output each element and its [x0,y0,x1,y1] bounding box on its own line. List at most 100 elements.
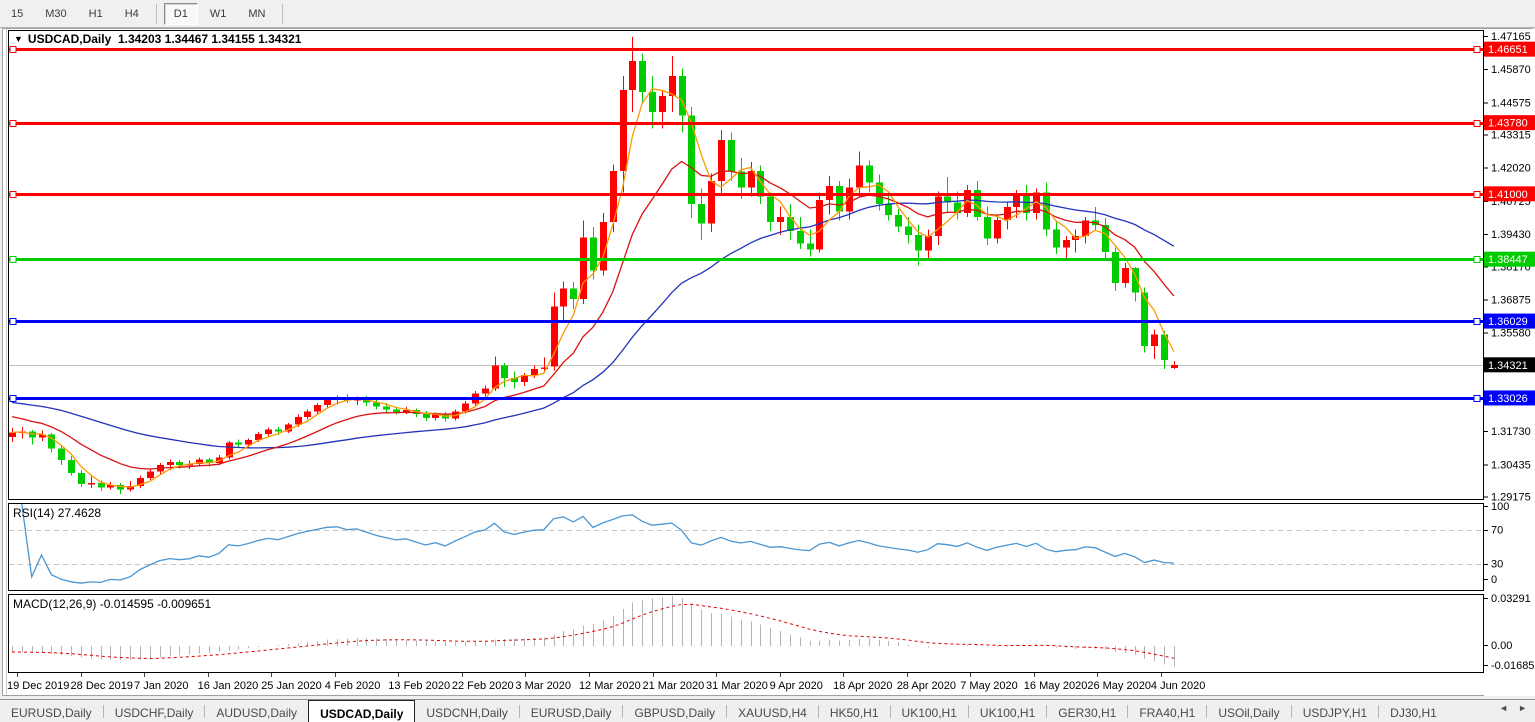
chart-area[interactable]: 1.471651.458701.445751.433151.420201.407… [0,0,1535,722]
candle-body [649,92,656,112]
candle-body [176,462,183,465]
symbol-tab-eurusd-daily[interactable]: EURUSD,Daily [0,700,103,722]
tab-scroll-left-icon[interactable]: ◄ [1499,703,1508,713]
symbol-tab-usoil-daily[interactable]: USOil,Daily [1207,700,1290,722]
date-label: 9 Apr 2020 [770,680,823,692]
macd-indicator-label: MACD(12,26,9) -0.014595 -0.009651 [13,597,211,611]
chart-symbol-label: USDCAD,Daily [28,32,111,46]
line-handle[interactable] [1474,396,1480,402]
candle-body [639,61,646,92]
price-tick-label: 1.47165 [1491,31,1531,43]
line-handle[interactable] [1474,121,1480,127]
candle-body [304,411,311,417]
line-handle[interactable] [1474,47,1480,53]
candle-body [383,406,390,409]
price-tick-label: 1.36875 [1491,294,1531,306]
macd-main-value: -0.014595 [100,597,154,611]
chart-dropdown-icon: ▼ [14,34,23,44]
date-label: 3 Mar 2020 [515,680,571,692]
candle-body [925,236,932,251]
date-label: 31 Mar 2020 [706,680,768,692]
candle-body [984,217,991,239]
symbol-tab-usdcad-daily[interactable]: USDCAD,Daily [308,700,415,722]
symbol-tab-uk100-h1[interactable]: UK100,H1 [969,700,1046,722]
timeframe-button-d1[interactable]: D1 [164,3,198,25]
symbol-tab-usdcnh-daily[interactable]: USDCNH,Daily [415,700,518,722]
timeframe-button-mn[interactable]: MN [238,3,275,25]
candle-body [915,235,922,251]
price-badge-label: 1.34321 [1488,360,1528,372]
timeframe-button-h1[interactable]: H1 [79,3,113,25]
symbol-tab-audusd-daily[interactable]: AUDUSD,Daily [205,700,308,722]
candle-body [482,388,489,393]
date-label: 28 Apr 2020 [897,680,956,692]
candle-body [1053,230,1060,248]
line-handle[interactable] [10,396,16,402]
macd-tick-label: -0.016857 [1491,660,1535,672]
price-badge-label: 1.38447 [1488,254,1528,266]
line-handle[interactable] [10,319,16,325]
symbol-tab-gbpusd-daily[interactable]: GBPUSD,Daily [623,700,726,722]
symbol-tab-ger30-h1[interactable]: GER30,H1 [1047,700,1127,722]
symbol-tab-uk100-h1[interactable]: UK100,H1 [891,700,968,722]
candle-body [531,369,538,375]
toolbar-separator [156,4,157,24]
timeframe-button-h4[interactable]: H4 [115,3,149,25]
main-price-panel[interactable] [9,31,1484,500]
symbol-tab-xauusd-h4[interactable]: XAUUSD,H4 [727,700,818,722]
candle-body [570,289,577,299]
macd-panel[interactable] [9,595,1484,673]
candle-body [423,414,430,418]
candle-body [1112,252,1119,283]
candle-body [1171,365,1178,368]
candle-body [620,90,627,171]
date-label: 4 Feb 2020 [325,680,381,692]
line-handle[interactable] [10,257,16,263]
symbol-tab-eurusd-daily[interactable]: EURUSD,Daily [520,700,623,722]
line-handle[interactable] [1474,192,1480,198]
timeframe-button-w1[interactable]: W1 [200,3,237,25]
rsi-panel[interactable] [9,504,1484,591]
candle-body [807,244,814,250]
line-handle[interactable] [1474,257,1480,263]
chart-title: ▼USDCAD,Daily 1.34203 1.34467 1.34155 1.… [14,32,301,46]
symbol-tab-usdchf-daily[interactable]: USDCHF,Daily [104,700,205,722]
line-handle[interactable] [10,192,16,198]
candle-body [698,204,705,223]
candle-body [777,217,784,222]
symbol-tab-hk50-h1[interactable]: HK50,H1 [819,700,890,722]
candle-body [1013,194,1020,207]
candle-body [718,140,725,181]
line-handle[interactable] [10,47,16,53]
date-label: 16 Jan 2020 [198,680,259,692]
price-badge-label: 1.36029 [1488,316,1528,328]
candle-body [314,405,321,411]
candle-body [393,409,400,412]
timeframe-button-15[interactable]: 15 [1,3,33,25]
symbol-tab-usdjpy-h1[interactable]: USDJPY,H1 [1292,700,1378,722]
symbol-tab-fra40-h1[interactable]: FRA40,H1 [1128,700,1206,722]
macd-signal-value: -0.009651 [157,597,211,611]
line-handle[interactable] [10,121,16,127]
price-tick-label: 1.30435 [1491,459,1531,471]
date-label: 19 Dec 2019 [7,680,69,692]
date-label: 21 Mar 2020 [643,680,705,692]
date-label: 13 Feb 2020 [388,680,450,692]
rsi-tick-label: 100 [1491,501,1509,513]
tab-scroll-right-icon[interactable]: ► [1518,703,1527,713]
rsi-tick-label: 70 [1491,525,1503,537]
date-label: 25 Jan 2020 [261,680,322,692]
date-label: 26 May 2020 [1087,680,1151,692]
candle-body [560,289,567,307]
candle-body [58,449,65,461]
date-label: 22 Feb 2020 [452,680,514,692]
timeframe-button-m30[interactable]: M30 [35,3,76,25]
rsi-tick-label: 30 [1491,559,1503,571]
line-handle[interactable] [1474,319,1480,325]
candle-body [629,61,636,90]
timeframe-toolbar: 15M30H1H4 D1W1MN [0,0,1535,28]
candle-body [324,399,331,405]
symbol-tab-dj30-h1[interactable]: DJ30,H1 [1379,700,1448,722]
price-badge-label: 1.33026 [1488,393,1528,405]
price-tick-label: 1.31730 [1491,426,1531,438]
